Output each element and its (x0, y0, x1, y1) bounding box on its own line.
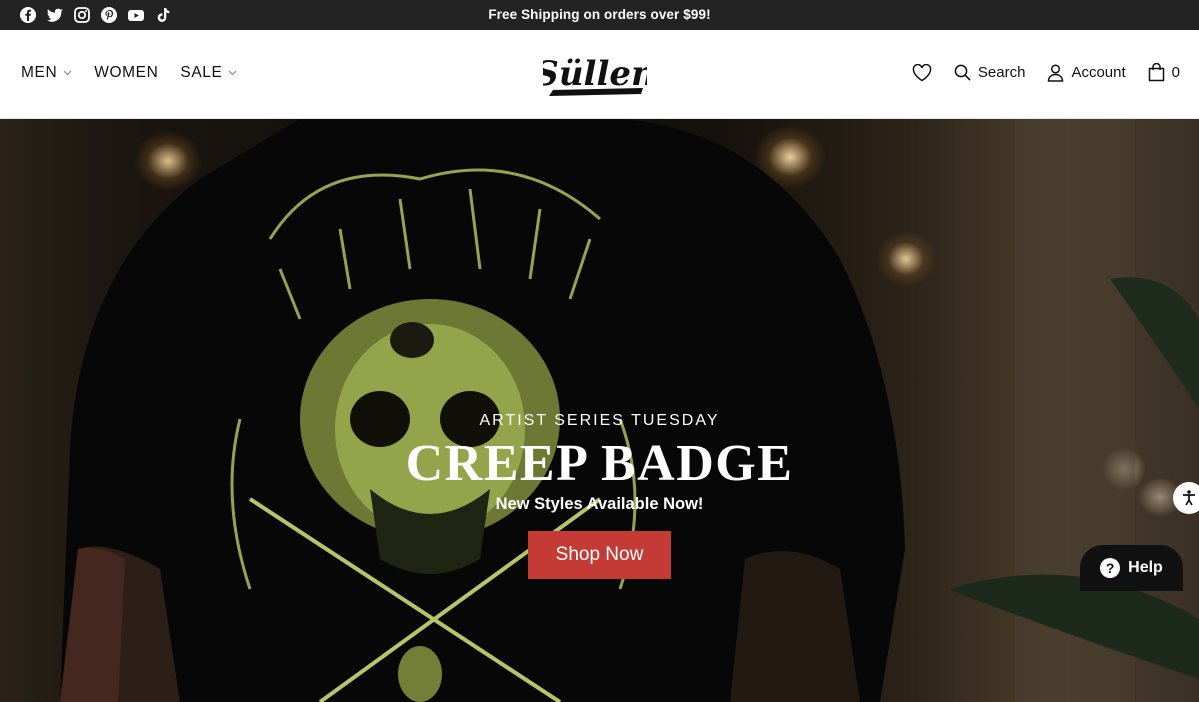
cart-count: 0 (1171, 64, 1180, 81)
nav-item-label: MEN (21, 64, 58, 81)
chevron-down-icon (63, 70, 72, 76)
nav-item-women[interactable]: WOMEN (94, 64, 158, 82)
account-label: Account (1071, 64, 1126, 81)
announcement-bar: Free Shipping on orders over $99! (0, 0, 1199, 30)
site-header: MEN WOMEN SALE Süllen Search Account 0 (0, 30, 1199, 119)
accessibility-icon (1183, 490, 1195, 506)
hero-headline: CREEP BADGE (405, 435, 794, 492)
search-icon (954, 64, 971, 81)
hero-banner[interactable]: ARTIST SERIES TUESDAY CREEP BADGE New St… (0, 119, 1199, 702)
svg-text:Süllen: Süllen (543, 54, 647, 94)
search-label: Search (977, 64, 1026, 81)
heart-icon (912, 63, 932, 81)
announcement-text: Free Shipping on orders over $99! (488, 7, 711, 22)
shop-now-button[interactable]: Shop Now (528, 531, 671, 579)
hero-content: ARTIST SERIES TUESDAY CREEP BADGE New St… (0, 412, 1199, 579)
help-label: Help (1128, 559, 1163, 576)
header-actions: Search Account 0 (912, 63, 1180, 82)
nav-item-sale[interactable]: SALE (180, 64, 237, 82)
user-icon (1048, 63, 1064, 82)
help-button[interactable]: ? Help (1080, 545, 1183, 591)
cart-button[interactable]: 0 (1148, 63, 1180, 82)
nav-item-label: WOMEN (94, 64, 159, 81)
search-button[interactable]: Search (954, 64, 1026, 81)
account-button[interactable]: Account (1047, 63, 1126, 82)
hero-image (60, 119, 1199, 702)
main-nav: MEN WOMEN SALE (21, 64, 237, 82)
accessibility-button[interactable] (1173, 482, 1199, 514)
hero-eyebrow: ARTIST SERIES TUESDAY (479, 412, 720, 429)
brand-logo[interactable]: Süllen (543, 48, 647, 102)
wishlist-button[interactable] (912, 63, 932, 82)
question-icon: ? (1100, 558, 1121, 578)
chevron-down-icon (229, 70, 237, 76)
hero-subtitle: New Styles Available Now! (495, 495, 704, 513)
shopping-bag-icon (1148, 63, 1164, 82)
nav-item-label: SALE (180, 64, 223, 81)
nav-item-men[interactable]: MEN (21, 64, 72, 82)
